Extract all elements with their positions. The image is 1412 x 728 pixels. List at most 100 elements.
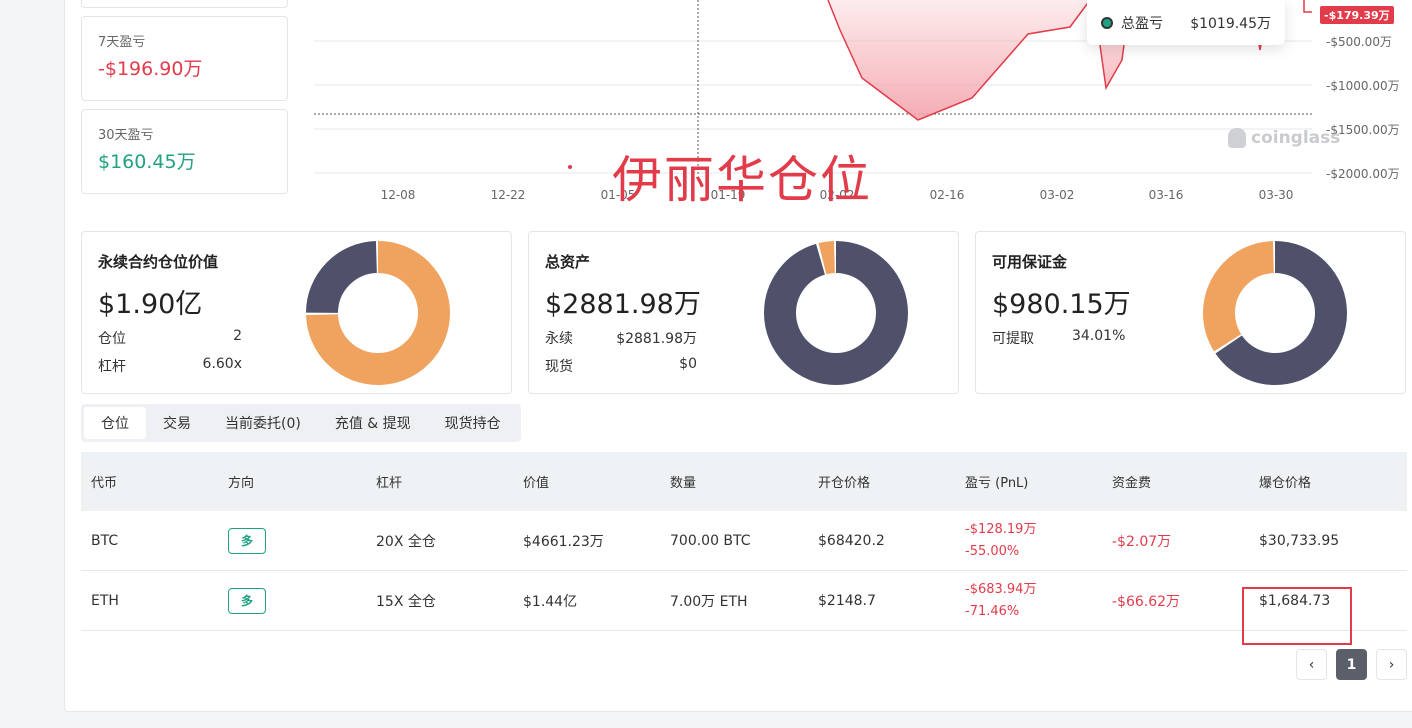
row-key: 永续 (545, 331, 573, 347)
tooltip-value: $1019.45万 (1190, 15, 1271, 32)
x-tick-label: 12-22 (491, 188, 526, 202)
donut-chart-margin (1203, 241, 1347, 385)
card-margin-value-text: $980.15万 (992, 289, 1131, 320)
x-tick-label: 02-16 (930, 188, 965, 202)
stat-card-7d: 7天盈亏 -$196.90万 (81, 16, 288, 101)
tab-spot-holdings[interactable]: 现货持仓 (428, 407, 518, 439)
annotation-dot (568, 165, 572, 169)
pnl-amount: -$128.19万 (965, 521, 1037, 537)
card-assets-row-perp: 永续 $2881.98万 (545, 328, 697, 348)
y-tick-label: -$2000.00万 (1326, 167, 1400, 181)
row-value: 2 (233, 328, 242, 344)
next-page-button[interactable]: › (1376, 649, 1407, 680)
row-value: 6.60x (202, 356, 242, 372)
tab-deposit-withdraw[interactable]: 充值 & 提现 (318, 407, 428, 439)
header-entry-price: 开仓价格 (818, 476, 871, 491)
stat-value-30d: $160.45万 (98, 151, 196, 173)
pnl-percent: -71.46% (965, 603, 1020, 619)
overlay-annotation: 伊丽华仓位 (612, 151, 872, 209)
tooltip-dot-icon (1101, 16, 1113, 29)
row-value: $2881.98万 (616, 331, 697, 347)
tab-positions[interactable]: 仓位 (84, 407, 146, 439)
watermark-text: coinglass (1251, 128, 1341, 148)
row-value: 34.01% (1072, 328, 1126, 344)
cell-leverage: 20X 全仓 (376, 533, 436, 550)
header-direction: 方向 (228, 476, 255, 491)
cell-coin: ETH (91, 592, 119, 609)
cell-entry-price: $68420.2 (818, 532, 885, 549)
pnl-line-edge (1303, 0, 1312, 13)
card-perp-value-text: $1.90亿 (98, 289, 203, 320)
card-assets-value-text: $2881.98万 (545, 289, 701, 320)
cell-funding: -$66.62万 (1112, 593, 1181, 610)
table-header: 代币 方向 杠杆 价值 数量 开仓价格 盈亏 (PnL) 资金费 爆仓价格 (81, 452, 1407, 511)
card-perp-title: 永续合约仓位价值 (98, 253, 219, 271)
header-value: 价值 (523, 476, 550, 491)
table-row[interactable]: BTC 多 20X 全仓 $4661.23万 700.00 BTC $68420… (81, 511, 1407, 571)
card-perp-value: 永续合约仓位价值 $1.90亿 仓位 2 杠杆 6.60x (81, 231, 512, 394)
x-tick-label: 12-08 (381, 188, 416, 202)
pnl-area (828, 0, 1130, 120)
row-value: $0 (679, 356, 697, 372)
x-tick-label: 03-16 (1149, 188, 1184, 202)
donut-segment-0 (764, 241, 908, 385)
card-margin-row-withdrawable: 可提取 34.01% (992, 328, 1146, 348)
x-tick-label: 03-02 (1040, 188, 1075, 202)
row-key: 可提取 (992, 331, 1034, 347)
cell-liq-price: $30,733.95 (1259, 532, 1340, 549)
prev-page-button[interactable]: ‹ (1296, 649, 1327, 680)
stat-label-30d: 30天盈亏 (98, 128, 154, 143)
liq-price-highlight-box (1242, 587, 1352, 645)
cell-leverage: 15X 全仓 (376, 593, 436, 610)
header-quantity: 数量 (670, 476, 697, 491)
stat-card-30d: 30天盈亏 $160.45万 (81, 109, 288, 194)
cell-quantity: 7.00万 ETH (670, 593, 748, 610)
header-pnl: 盈亏 (PnL) (965, 476, 1029, 491)
pnl-amount: -$683.94万 (965, 581, 1037, 597)
tab-open-orders[interactable]: 当前委托(0) (208, 407, 318, 439)
coinglass-logo-icon (1228, 128, 1246, 148)
cell-quantity: 700.00 BTC (670, 532, 751, 549)
page-1-button[interactable]: 1 (1336, 649, 1367, 680)
card-perp-row-positions: 仓位 2 (98, 328, 242, 348)
header-liq-price: 爆仓价格 (1259, 476, 1312, 491)
tab-trades[interactable]: 交易 (146, 407, 208, 439)
card-assets-title: 总资产 (545, 253, 591, 271)
cell-coin: BTC (91, 532, 119, 549)
y-tick-label: -$1000.00万 (1326, 79, 1400, 93)
card-margin-title: 可用保证金 (992, 253, 1068, 271)
row-key: 现货 (545, 359, 573, 375)
pnl-percent: -55.00% (965, 543, 1020, 559)
header-coin: 代币 (91, 476, 118, 491)
card-assets-row-spot: 现货 $0 (545, 356, 697, 376)
chart-tooltip: 总盈亏 $1019.45万 (1087, 0, 1285, 45)
header-leverage: 杠杆 (376, 476, 403, 491)
cell-direction: 多 (228, 527, 266, 554)
price-tag: -$179.39万 (1320, 6, 1394, 24)
table-row[interactable]: ETH 多 15X 全仓 $1.44亿 7.00万 ETH $2148.7 -$… (81, 571, 1407, 631)
card-perp-row-leverage: 杠杆 6.60x (98, 356, 242, 376)
tooltip-label: 总盈亏 (1121, 15, 1163, 32)
positions-table: 代币 方向 杠杆 价值 数量 开仓价格 盈亏 (PnL) 资金费 爆仓价格 BT… (81, 452, 1407, 631)
cell-funding: -$2.07万 (1112, 533, 1172, 550)
cell-pnl: -$128.19万 -55.00% (965, 519, 1036, 563)
long-badge: 多 (228, 587, 266, 614)
card-available-margin: 可用保证金 $980.15万 可提取 34.01% (975, 231, 1406, 394)
row-key: 仓位 (98, 331, 126, 347)
y-tick-label: -$500.00万 (1326, 35, 1392, 49)
cell-direction: 多 (228, 587, 266, 614)
long-badge: 多 (228, 527, 266, 554)
cell-pnl: -$683.94万 -71.46% (965, 579, 1036, 623)
cell-value: $4661.23万 (523, 533, 604, 550)
donut-chart-assets (764, 241, 908, 385)
donut-chart-perp (306, 241, 450, 385)
position-tabs: 仓位 交易 当前委托(0) 充值 & 提现 现货持仓 (81, 404, 521, 442)
stat-label-7d: 7天盈亏 (98, 35, 146, 50)
row-key: 杠杆 (98, 359, 126, 375)
stat-card-top (81, 0, 288, 8)
coinglass-watermark: coinglass (1228, 128, 1340, 148)
stat-value-7d: -$196.90万 (98, 58, 203, 80)
cell-entry-price: $2148.7 (818, 592, 876, 609)
x-tick-label: 03-30 (1259, 188, 1294, 202)
header-funding: 资金费 (1112, 476, 1152, 491)
